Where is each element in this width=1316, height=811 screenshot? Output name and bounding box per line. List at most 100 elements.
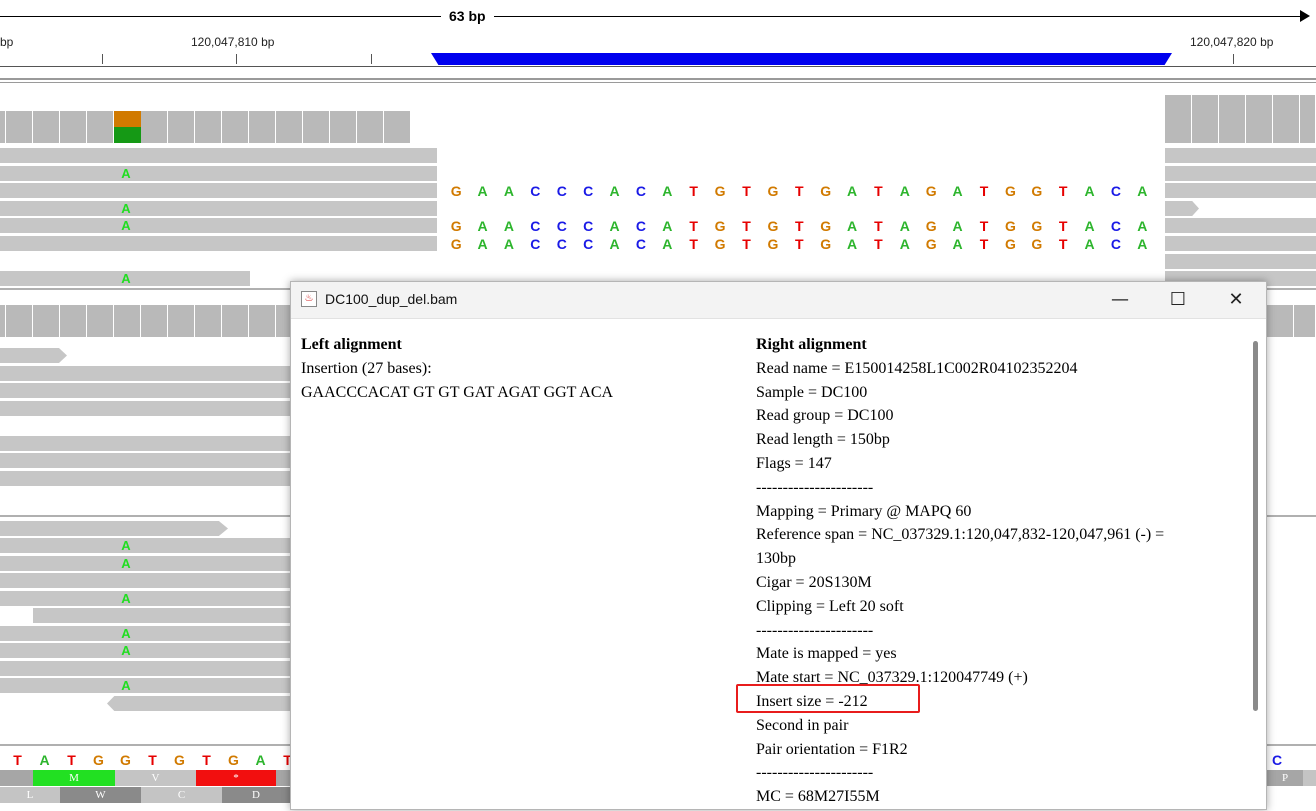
base-a: A [503,183,515,199]
coverage-track-2-right[interactable] [1267,305,1316,337]
base-g: G [1031,218,1043,234]
position-label-2: 120,047,820 bp [1190,35,1274,49]
base-a: A [899,183,910,199]
track-separator [0,78,1316,80]
close-button[interactable]: ✕ [1207,282,1265,318]
base-g: G [1004,236,1016,252]
read[interactable] [33,608,290,623]
read[interactable] [0,383,290,398]
read[interactable] [0,453,290,468]
right-alignment-heading: Right alignment [756,336,867,353]
read[interactable] [0,538,290,553]
base-g: G [1004,183,1016,199]
mismatch-base: A [121,201,131,216]
aa-frame-cell [276,770,290,786]
base-a: A [1137,236,1148,252]
base-g: G [1004,218,1016,234]
base-t: T [742,218,751,234]
window-titlebar[interactable]: ♨ DC100_dup_del.bam — ☐ ✕ [291,282,1266,319]
insertion-sequence-row: GAACCCACATGTGTGATAGATGGTACA [443,183,1156,199]
mismatch-base: A [121,271,131,286]
base-t: T [689,218,698,234]
insert-size-highlight [736,684,920,713]
reference-sequence: TATGGTGTGAT [4,752,301,768]
base-g: G [820,218,832,234]
read[interactable] [0,521,228,536]
read[interactable] [107,696,290,711]
read[interactable] [1165,166,1316,181]
base-g: G [714,183,726,199]
span-line [0,16,1300,17]
insertion-bar[interactable] [431,53,1172,65]
ref-base-g: G [120,752,131,768]
read[interactable] [0,591,290,606]
coverage-track-1[interactable] [0,111,411,143]
read[interactable] [0,218,437,233]
read[interactable] [1165,218,1316,233]
base-t: T [1058,236,1068,252]
read[interactable] [1165,148,1316,163]
read[interactable] [0,661,290,676]
mismatch-base: A [121,626,131,641]
ref-base-g: G [93,752,104,768]
position-label-1: 120,047,810 bp [191,35,275,49]
amino-acid-d: D [222,787,290,803]
insertion-sequence: GAACCCACAT GT GT GAT AGAT GGT ACA [301,383,614,401]
base-a: A [662,183,673,199]
base-t: T [689,183,698,199]
read[interactable] [0,471,290,486]
base-a: A [899,236,910,252]
base-c: C [635,236,646,252]
base-a: A [846,183,858,199]
mismatch-base: A [121,538,131,553]
alignment-detail-line: Mate is mapped = yes [756,645,897,663]
aa-frame-cell [1303,770,1316,786]
read[interactable] [1165,183,1316,198]
read[interactable] [0,556,290,571]
base-t: T [742,236,751,252]
base-c: C [635,183,646,199]
ref-base-t: T [67,752,76,768]
read[interactable] [0,401,290,416]
read[interactable] [0,201,437,216]
read[interactable] [0,436,290,451]
base-a: A [1084,236,1095,252]
base-g: G [820,183,832,199]
base-g: G [820,236,832,252]
minimize-button[interactable]: — [1091,282,1149,318]
read[interactable] [1165,201,1199,216]
read[interactable] [0,348,67,363]
read[interactable] [0,236,437,251]
read[interactable] [0,678,290,693]
alignment-detail-line: Clipping = Left 20 soft [756,597,904,615]
base-g: G [767,183,779,199]
read[interactable] [0,148,437,163]
read[interactable] [1165,254,1316,269]
read[interactable] [0,643,290,658]
coverage-mismatch[interactable] [114,111,141,143]
coverage-track-1-right[interactable] [1165,95,1316,143]
read[interactable] [0,166,437,181]
aa-frame-cell [0,770,33,786]
read[interactable] [1165,236,1316,251]
base-t: T [979,183,989,199]
alignment-detail-line: Reference span = NC_037329.1:120,047,832… [756,526,1165,544]
base-c: C [583,218,594,234]
base-c: C [1110,183,1122,199]
base-t: T [794,183,804,199]
insertion-sequence-row: GAACCCACATGTGTGATAGATGGTACA [443,218,1156,234]
ruler-baseline [0,66,1316,67]
coverage-track-2[interactable] [0,305,297,337]
right-alignment-lines: Read name = E150014258L1C002R04102352204… [756,357,1241,809]
alignment-detail-line: Read length = 150bp [756,431,890,449]
base-a: A [899,218,910,234]
read[interactable] [0,626,290,641]
base-a: A [1137,218,1148,234]
read[interactable] [0,366,290,381]
maximize-button[interactable]: ☐ [1149,282,1207,318]
base-c: C [556,218,567,234]
base-g: G [450,183,462,199]
read[interactable] [0,573,290,588]
vertical-scrollbar[interactable] [1253,341,1258,711]
read[interactable] [0,183,437,198]
